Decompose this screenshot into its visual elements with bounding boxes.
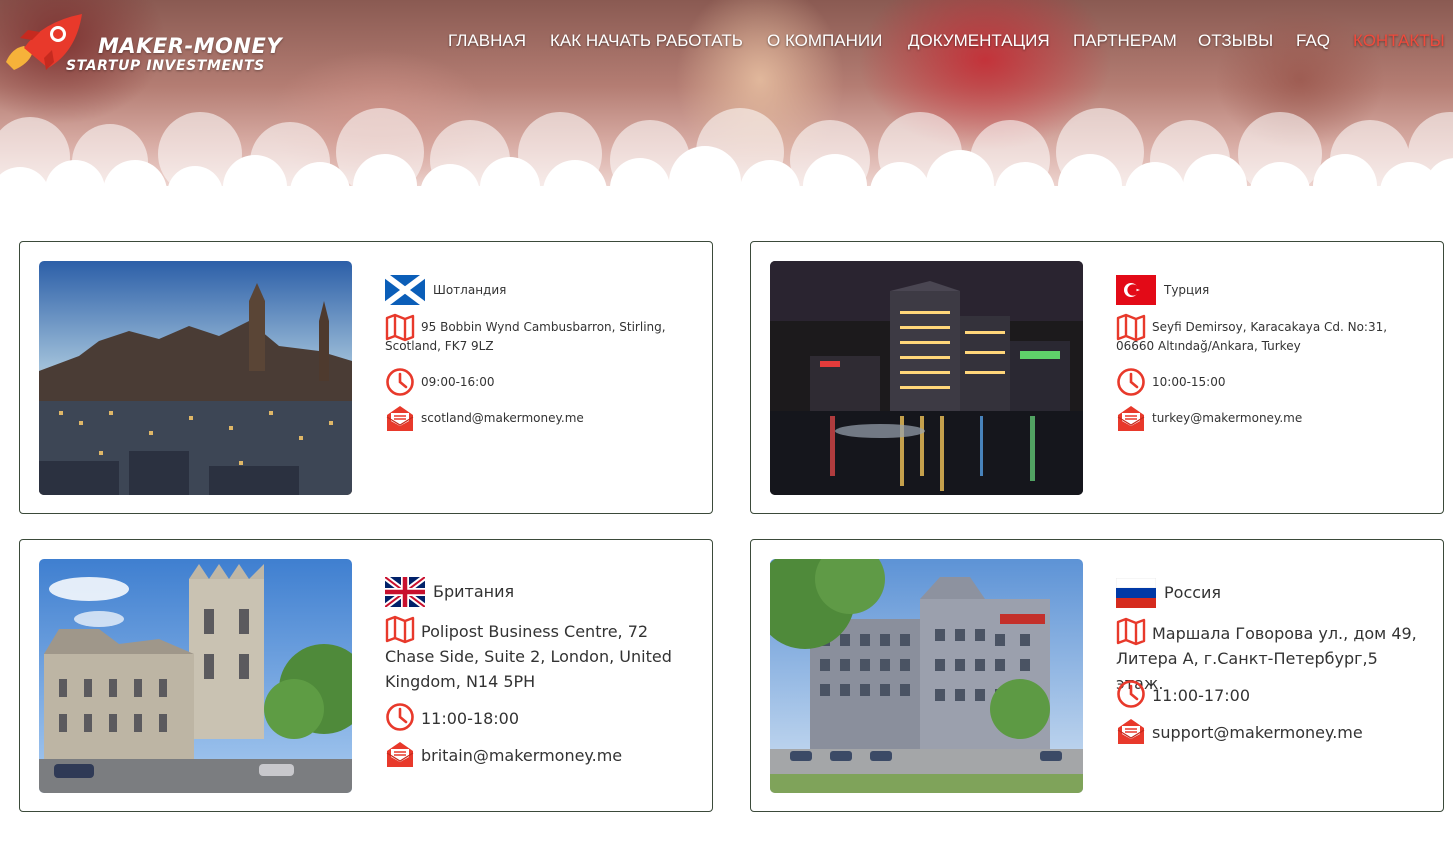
clock-icon [386, 703, 414, 731]
office-photo [39, 261, 352, 495]
nav-item-reviews[interactable]: ОТЗЫВЫ [1198, 31, 1273, 51]
address-row: Seyfi Demirsoy, Karacakaya Cd. No:31, 06… [1116, 312, 1426, 356]
map-icon [1116, 617, 1146, 646]
office-card-russia: Россия Маршала Говорова ул., дом 49, Лит… [750, 539, 1444, 812]
office-address: 95 Bobbin Wynd Cambusbarron, Stirling, S… [385, 320, 666, 353]
map-icon [385, 313, 415, 342]
map-icon [385, 615, 415, 644]
clock-icon [1117, 368, 1145, 396]
office-email[interactable]: support@makermoney.me [1116, 716, 1426, 745]
office-hours: 10:00-15:00 [1152, 375, 1226, 389]
office-photo [770, 559, 1083, 793]
office-photo [770, 261, 1083, 495]
envelope-icon [1117, 406, 1145, 431]
turkey-flag-icon [1116, 275, 1156, 305]
office-hours: 11:00-18:00 [421, 709, 519, 728]
country-name: Турция [1164, 283, 1210, 297]
main-nav: ГЛАВНАЯ КАК НАЧАТЬ РАБОТАТЬ О КОМПАНИИ Д… [0, 31, 1453, 55]
clock-icon [1117, 680, 1145, 708]
nav-item-faq[interactable]: FAQ [1296, 31, 1330, 51]
hero-header: MAKER-MONEY STARTUP INVESTMENTS ГЛАВНАЯ … [0, 0, 1453, 192]
nav-item-how-to-start[interactable]: КАК НАЧАТЬ РАБОТАТЬ [550, 31, 743, 51]
nav-item-contacts[interactable]: КОНТАКТЫ [1353, 31, 1445, 51]
office-card-turkey: Турция Seyfi Demirsoy, Karacakaya Cd. No… [750, 241, 1444, 514]
office-hours: 11:00-17:00 [1152, 686, 1250, 705]
email-row: britain@makermoney.me [385, 739, 695, 768]
hours-row: 10:00-15:00 [1116, 367, 1426, 396]
hours-row: 11:00-18:00 [385, 702, 695, 731]
address-row: 95 Bobbin Wynd Cambusbarron, Stirling, S… [385, 312, 695, 356]
office-email[interactable]: britain@makermoney.me [385, 739, 695, 768]
logo-subtitle: STARTUP INVESTMENTS [66, 58, 265, 74]
office-card-scotland: Шотландия 95 Bobbin Wynd Cambusbarron, S… [19, 241, 713, 514]
envelope-icon [386, 742, 414, 767]
clock-icon [386, 368, 414, 396]
hours-row: 11:00-17:00 [1116, 679, 1426, 708]
hours-row: 09:00-16:00 [385, 367, 695, 396]
office-address: Polipost Business Centre, 72 Chase Side,… [385, 622, 672, 691]
office-email[interactable]: turkey@makermoney.me [1116, 403, 1426, 428]
clouds-decoration [0, 108, 1453, 192]
scotland-flag-icon [385, 275, 425, 305]
nav-item-partners[interactable]: ПАРТНЕРАМ [1073, 31, 1177, 51]
office-address: Seyfi Demirsoy, Karacakaya Cd. No:31, 06… [1116, 320, 1388, 353]
nav-item-documentation[interactable]: ДОКУМЕНТАЦИЯ [908, 31, 1050, 51]
office-email[interactable]: scotland@makermoney.me [385, 403, 695, 428]
office-photo [39, 559, 352, 793]
uk-flag-icon [385, 577, 425, 607]
russia-flag-icon [1116, 578, 1156, 608]
map-icon [1116, 313, 1146, 342]
email-row: turkey@makermoney.me [1116, 403, 1426, 431]
envelope-icon [1117, 719, 1145, 744]
office-card-britain: Британия Polipost Business Centre, 72 Ch… [19, 539, 713, 812]
email-row: support@makermoney.me [1116, 716, 1426, 745]
country-name: Шотландия [433, 283, 507, 297]
country-name: Россия [1164, 583, 1222, 602]
envelope-icon [386, 406, 414, 431]
address-row: Polipost Business Centre, 72 Chase Side,… [385, 614, 695, 694]
email-row: scotland@makermoney.me [385, 403, 695, 431]
office-hours: 09:00-16:00 [421, 375, 495, 389]
nav-item-about[interactable]: О КОМПАНИИ [767, 31, 882, 51]
country-name: Британия [433, 582, 515, 601]
nav-item-home[interactable]: ГЛАВНАЯ [448, 31, 526, 51]
